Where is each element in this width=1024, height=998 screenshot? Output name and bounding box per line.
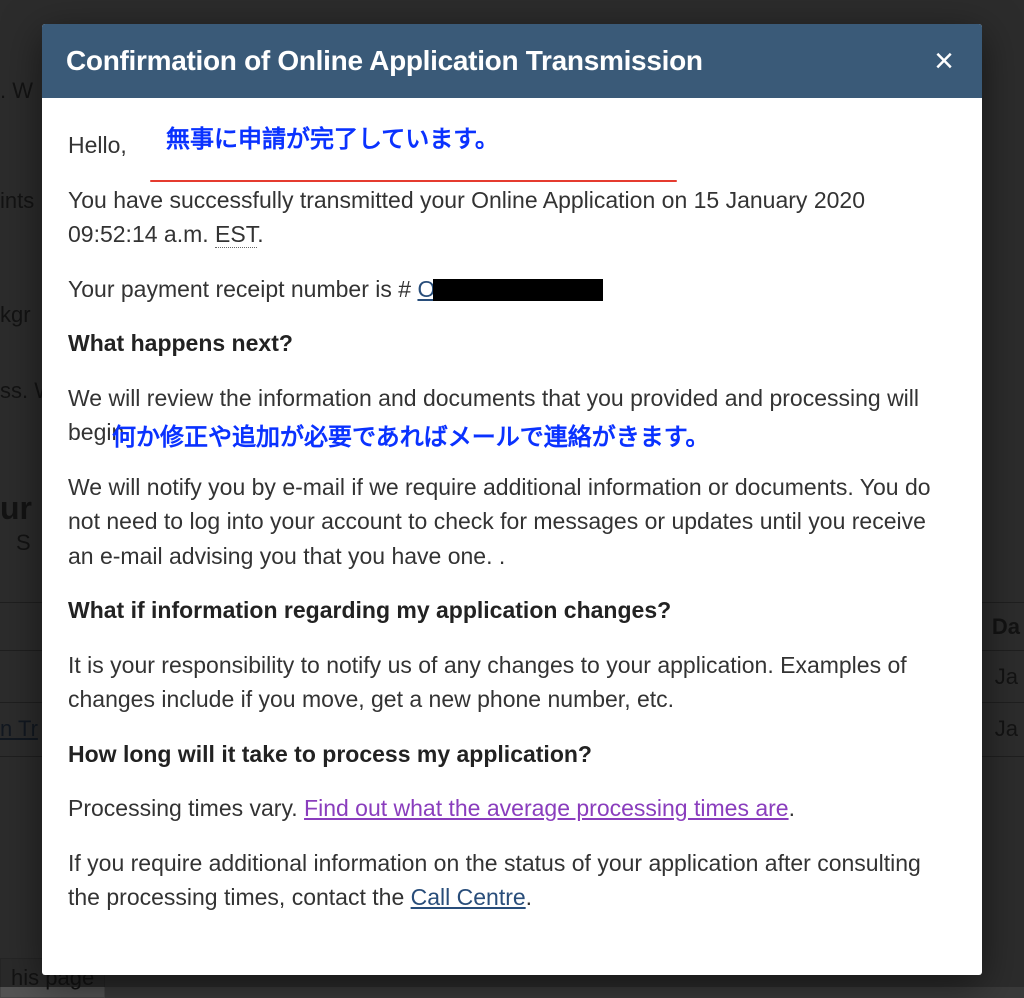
transmitted-phrase: successfully transmitted your Online App… [169, 187, 655, 213]
timezone-abbr: EST [215, 221, 257, 248]
receipt-number-text: Your payment receipt number is # O [68, 272, 956, 307]
text-fragment: . [789, 795, 795, 821]
greeting-text: Hello, [68, 128, 956, 163]
processing-times-link[interactable]: Find out what the average processing tim… [304, 795, 789, 821]
text-fragment: Your payment receipt number is # [68, 276, 417, 302]
info-changes-text: It is your responsibility to notify us o… [68, 648, 956, 717]
heading-processing-time: How long will it take to process my appl… [68, 741, 592, 767]
heading-what-happens-next: What happens next? [68, 330, 293, 356]
close-button[interactable]: × [930, 44, 958, 78]
close-icon: × [934, 42, 954, 80]
confirmation-modal: Confirmation of Online Application Trans… [42, 24, 982, 975]
text-fragment: . [526, 884, 532, 910]
next-steps-text-1: We will review the information and docum… [68, 381, 956, 450]
text-fragment: . [257, 221, 263, 247]
redacted-block [433, 279, 603, 301]
processing-time-text: Processing times vary. Find out what the… [68, 791, 956, 826]
heading-info-changes: What if information regarding my applica… [68, 597, 671, 623]
contact-text: If you require additional information on… [68, 846, 956, 915]
call-centre-link[interactable]: Call Centre [411, 884, 526, 910]
text-fragment: You have [68, 187, 169, 213]
modal-header: Confirmation of Online Application Trans… [42, 24, 982, 98]
modal-title: Confirmation of Online Application Trans… [66, 45, 703, 77]
transmission-confirmation-text: You have successfully transmitted your O… [68, 183, 956, 252]
next-steps-text-2: We will notify you by e-mail if we requi… [68, 470, 956, 574]
text-fragment: Processing times vary. [68, 795, 304, 821]
modal-body: Hello, You have successfully transmitted… [42, 98, 982, 975]
